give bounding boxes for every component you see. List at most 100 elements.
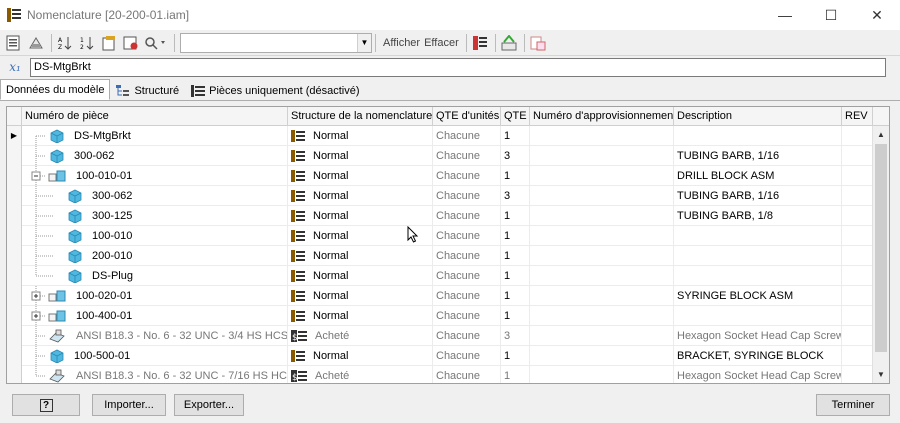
unit-qty-cell[interactable]: Chacune — [433, 286, 501, 306]
unit-qty-cell[interactable]: Chacune — [433, 126, 501, 146]
bom-structure-cell[interactable]: $ Acheté — [288, 326, 433, 346]
find-icon[interactable] — [143, 33, 169, 53]
description-cell[interactable]: SYRINGE BLOCK ASM — [674, 286, 842, 306]
bom-structure-cell[interactable]: Normal — [288, 346, 433, 366]
rev-cell[interactable] — [842, 346, 873, 366]
show-button[interactable]: Afficher — [383, 37, 420, 49]
unit-qty-cell[interactable]: Chacune — [433, 346, 501, 366]
stock-number-cell[interactable] — [530, 306, 674, 326]
column-header-stock-number[interactable]: Numéro d'approvisionnement — [530, 107, 674, 126]
table-row[interactable]: ANSI B18.3 - No. 6 - 32 UNC - 7/16 HS HC… — [7, 366, 873, 383]
collapse-toggle-icon[interactable] — [26, 166, 48, 186]
maximize-button[interactable]: ☐ — [808, 0, 854, 30]
tab-model-data[interactable]: Données du modèle — [0, 79, 111, 100]
part-number-cell[interactable]: ANSI B18.3 - No. 6 - 32 UNC - 3/4 HS HCS — [22, 326, 288, 346]
table-row[interactable]: 100-500-01 Normal Chacune 1 BRACKET, SYRINGE… — [7, 346, 873, 366]
unit-conversion-icon[interactable] — [528, 33, 548, 53]
rev-cell[interactable] — [842, 206, 873, 226]
unit-qty-cell[interactable]: Chacune — [433, 206, 501, 226]
rev-cell[interactable] — [842, 186, 873, 206]
description-cell[interactable]: TUBING BARB, 1/16 — [674, 146, 842, 166]
description-cell[interactable] — [674, 226, 842, 246]
table-row[interactable]: 100-020-01 Normal Chacune 1 SYRINGE BLOCK AS… — [7, 286, 873, 306]
rev-cell[interactable] — [842, 266, 873, 286]
part-number-cell[interactable]: ANSI B18.3 - No. 6 - 32 UNC - 7/16 HS HC… — [22, 366, 288, 383]
bom-structure-cell[interactable]: Normal — [288, 186, 433, 206]
stock-number-cell[interactable] — [530, 286, 674, 306]
part-number-merge-icon[interactable] — [26, 33, 46, 53]
rev-cell[interactable] — [842, 226, 873, 246]
tab-parts-only[interactable]: Pièces uniquement (désactivé) — [185, 81, 365, 100]
stock-number-cell[interactable] — [530, 126, 674, 146]
part-number-cell[interactable]: 300-062 — [22, 186, 288, 206]
qty-cell[interactable]: 1 — [501, 286, 530, 306]
bom-structure-cell[interactable]: Normal — [288, 246, 433, 266]
bom-structure-cell[interactable]: $ Acheté — [288, 366, 433, 383]
bom-structure-cell[interactable]: Normal — [288, 126, 433, 146]
stock-number-cell[interactable] — [530, 346, 674, 366]
table-row[interactable]: ANSI B18.3 - No. 6 - 32 UNC - 3/4 HS HCS… — [7, 326, 873, 346]
qty-cell[interactable]: 1 — [501, 126, 530, 146]
unit-qty-cell[interactable]: Chacune — [433, 146, 501, 166]
part-number-cell[interactable]: 100-500-01 — [22, 346, 288, 366]
qty-cell[interactable]: 3 — [501, 326, 530, 346]
unit-qty-cell[interactable]: Chacune — [433, 186, 501, 206]
export-bom-icon[interactable] — [4, 33, 24, 53]
description-cell[interactable]: TUBING BARB, 1/16 — [674, 186, 842, 206]
scrollbar-thumb[interactable] — [875, 144, 887, 352]
table-row[interactable]: 200-010 Normal Chacune 1 — [7, 246, 873, 266]
renumber-icon[interactable]: 12 — [77, 33, 97, 53]
row-selector[interactable] — [7, 146, 22, 166]
rev-cell[interactable] — [842, 306, 873, 326]
bom-structure-cell[interactable]: Normal — [288, 206, 433, 226]
qty-cell[interactable]: 1 — [501, 306, 530, 326]
scroll-down-arrow[interactable]: ▼ — [873, 366, 889, 383]
tab-structured[interactable]: Structuré — [110, 81, 185, 100]
qty-cell[interactable]: 1 — [501, 206, 530, 226]
done-button[interactable]: Terminer — [816, 394, 890, 416]
bom-structure-cell[interactable]: Normal — [288, 266, 433, 286]
row-selector[interactable] — [7, 366, 22, 383]
table-row[interactable]: 300-062 Normal Chacune 3 TUBING BARB, 1/16 — [7, 146, 873, 166]
row-selector[interactable] — [7, 206, 22, 226]
row-selector[interactable] — [7, 346, 22, 366]
sort-icon[interactable]: AZ — [55, 33, 75, 53]
description-cell[interactable]: BRACKET, SYRINGE BLOCK — [674, 346, 842, 366]
row-selector[interactable] — [7, 326, 22, 346]
bom-structure-cell[interactable]: Normal — [288, 146, 433, 166]
column-header-bom-structure[interactable]: Structure de la nomenclature — [288, 107, 433, 126]
import-button[interactable]: Importer... — [92, 394, 166, 416]
qty-cell[interactable]: 1 — [501, 166, 530, 186]
qty-cell[interactable]: 3 — [501, 146, 530, 166]
description-cell[interactable]: Hexagon Socket Head Cap Screw — [674, 326, 842, 346]
part-number-cell[interactable]: 100-020-01 — [22, 286, 288, 306]
minimize-button[interactable]: — — [762, 0, 808, 30]
export-button[interactable]: Exporter... — [174, 394, 244, 416]
unit-qty-cell[interactable]: Chacune — [433, 226, 501, 246]
table-row[interactable]: ▶ DS-MtgBrkt Normal Chacune 1 — [7, 126, 873, 146]
unit-qty-cell[interactable]: Chacune — [433, 266, 501, 286]
row-selector[interactable]: ▶ — [7, 126, 22, 146]
column-header-unit-qty[interactable]: QTE d'unités — [433, 107, 501, 126]
unit-qty-cell[interactable]: Chacune — [433, 366, 501, 383]
part-number-cell[interactable]: 100-010-01 — [22, 166, 288, 186]
rev-cell[interactable] — [842, 166, 873, 186]
part-number-cell[interactable]: DS-MtgBrkt — [22, 126, 288, 146]
column-header-rev[interactable]: REV — [842, 107, 873, 126]
description-cell[interactable] — [674, 126, 842, 146]
unit-qty-cell[interactable]: Chacune — [433, 306, 501, 326]
qty-cell[interactable]: 1 — [501, 266, 530, 286]
unit-qty-cell[interactable]: Chacune — [433, 166, 501, 186]
part-number-edit-field[interactable] — [30, 57, 886, 77]
unit-qty-cell[interactable]: Chacune — [433, 326, 501, 346]
rev-cell[interactable] — [842, 286, 873, 306]
item-override-icon[interactable] — [99, 33, 119, 53]
rev-cell[interactable] — [842, 326, 873, 346]
row-selector[interactable] — [7, 266, 22, 286]
description-cell[interactable] — [674, 306, 842, 326]
stock-number-cell[interactable] — [530, 246, 674, 266]
stock-number-cell[interactable] — [530, 146, 674, 166]
row-selector[interactable] — [7, 246, 22, 266]
stock-number-cell[interactable] — [530, 326, 674, 346]
description-cell[interactable] — [674, 246, 842, 266]
